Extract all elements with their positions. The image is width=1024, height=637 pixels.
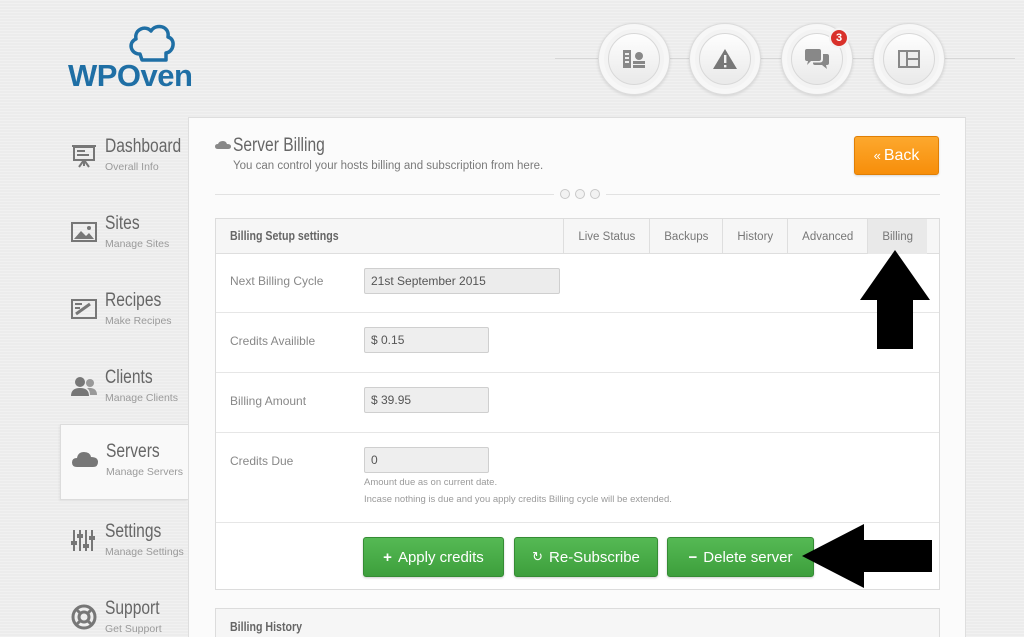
sidebar-item-sublabel: Manage Settings <box>105 546 184 558</box>
next-billing-cycle-field[interactable]: 21st September 2015 <box>364 268 560 294</box>
tab-advanced[interactable]: Advanced <box>787 219 867 254</box>
brand-name: WPOven <box>68 58 193 93</box>
sidebar-item-clients[interactable]: Clients Manage Clients <box>60 351 188 427</box>
delete-server-button[interactable]: − Delete server <box>667 537 814 577</box>
billing-button[interactable] <box>598 23 670 95</box>
sidebar-item-sublabel: Manage Clients <box>105 392 178 404</box>
layout-button[interactable] <box>873 23 945 95</box>
sidebar-item-settings[interactable]: Settings Manage Settings <box>60 505 188 581</box>
billing-history-box: Billing History <box>215 608 940 637</box>
warnings-button[interactable] <box>689 23 761 95</box>
back-button-label: Back <box>883 146 920 164</box>
sidebar-item-sites[interactable]: Sites Manage Sites <box>60 197 188 273</box>
pager-dot[interactable] <box>590 189 600 199</box>
cloud-icon <box>72 452 98 467</box>
lifebuoy-icon <box>71 604 97 630</box>
credits-due-help-extended: Incase nothing is due and you apply cred… <box>364 494 672 505</box>
delete-server-label: Delete server <box>703 548 793 566</box>
back-button[interactable]: « Back <box>854 136 939 175</box>
pager-dots <box>554 189 606 199</box>
billing-settings-header: Billing Setup settings Live Status Backu… <box>216 219 939 254</box>
page-subtitle: You can control your hosts billing and s… <box>233 160 544 172</box>
arrow-left-annotation <box>802 524 932 588</box>
arrow-up-annotation <box>860 250 930 349</box>
plus-icon: + <box>383 548 392 566</box>
sidebar-item-label: Support <box>105 598 160 619</box>
credits-due-row: Credits Due 0 Amount due as on current d… <box>216 433 939 523</box>
billing-amount-label: Billing Amount <box>230 394 307 408</box>
sidebar-item-dashboard[interactable]: Dashboard Overall Info <box>60 120 188 196</box>
sidebar-item-sublabel: Manage Servers <box>106 466 184 478</box>
sidebar-item-sublabel: Get Support <box>105 623 162 635</box>
billing-icon <box>623 50 645 68</box>
sidebar-item-sublabel: Make Recipes <box>105 315 172 327</box>
page-title: Server Billing <box>233 135 325 156</box>
apply-credits-button[interactable]: + Apply credits <box>363 537 504 577</box>
next-billing-cycle-label: Next Billing Cycle <box>230 274 324 288</box>
resubscribe-button[interactable]: ↻ Re-Subscribe <box>514 537 658 577</box>
credits-due-help: Amount due as on current date. <box>364 477 498 488</box>
tab-history[interactable]: History <box>722 219 787 254</box>
cloud-icon <box>215 141 231 149</box>
recipe-icon <box>71 299 97 319</box>
minus-icon: − <box>688 548 698 566</box>
sidebar-item-label: Sites <box>105 213 140 234</box>
credits-available-row: Credits Availible $ 0.15 <box>216 313 939 373</box>
chat-icon <box>805 49 829 69</box>
tab-backups[interactable]: Backups <box>649 219 722 254</box>
brand-logo[interactable]: WPOven <box>68 20 218 93</box>
billing-amount-field[interactable]: $ 39.95 <box>364 387 489 413</box>
notification-badge: 3 <box>829 28 849 48</box>
sidebar-item-sublabel: Manage Sites <box>105 238 170 250</box>
sidebar-item-label: Clients <box>105 367 153 388</box>
credits-available-field[interactable]: $ 0.15 <box>364 327 489 353</box>
credits-due-field[interactable]: 0 <box>364 447 489 473</box>
resubscribe-label: Re-Subscribe <box>549 548 640 566</box>
users-icon <box>71 377 97 396</box>
sidebar-item-label: Dashboard <box>105 136 182 157</box>
credits-available-label: Credits Availible <box>230 334 316 348</box>
apply-credits-label: Apply credits <box>397 548 484 566</box>
sidebar-item-label: Recipes <box>105 290 162 311</box>
sidebar-item-label: Settings <box>105 521 162 542</box>
billing-amount-row: Billing Amount $ 39.95 <box>216 373 939 433</box>
refresh-icon: ↻ <box>532 549 544 564</box>
credits-due-label: Credits Due <box>230 454 294 468</box>
billing-settings-title: Billing Setup settings <box>230 229 339 243</box>
pager-dot[interactable] <box>560 189 570 199</box>
layout-icon <box>898 50 920 68</box>
billing-history-title: Billing History <box>230 620 303 634</box>
warning-icon <box>713 49 737 69</box>
chevrons-left-icon: « <box>873 148 881 163</box>
sidebar-item-label: Servers <box>106 441 160 462</box>
next-billing-cycle-row: Next Billing Cycle 21st September 2015 <box>216 254 939 313</box>
sidebar-item-recipes[interactable]: Recipes Make Recipes <box>60 274 188 350</box>
sidebar-item-support[interactable]: Support Get Support <box>60 582 188 637</box>
pager-dot[interactable] <box>575 189 585 199</box>
sidebar-item-sublabel: Overall Info <box>105 161 159 173</box>
sliders-icon <box>71 530 95 551</box>
image-icon <box>71 222 97 242</box>
sidebar-item-servers[interactable]: Servers Manage Servers <box>60 424 188 500</box>
presentation-icon <box>72 145 96 168</box>
tab-live-status[interactable]: Live Status <box>563 219 649 254</box>
